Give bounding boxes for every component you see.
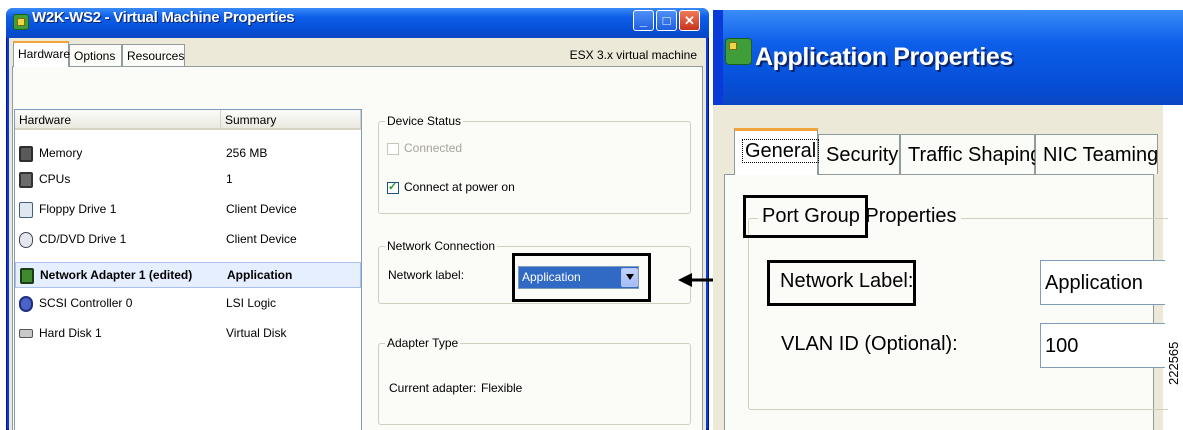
hardware-row-cd-dvd[interactable]: CD/DVD Drive 1 Client Device [15, 227, 361, 253]
tab-general[interactable]: General [734, 128, 820, 175]
hardware-summary: Client Device [226, 232, 297, 246]
figure-number: 222565 [1166, 341, 1181, 385]
cd-dvd-icon [19, 232, 33, 248]
vlan-id-value: 100 [1045, 335, 1079, 357]
checkmark-icon: ✓ [388, 181, 398, 193]
port-group-properties-group [748, 218, 1168, 410]
arrow-head-left [678, 273, 692, 287]
vlan-id-input[interactable]: 100 [1040, 323, 1165, 368]
tab-nic-teaming[interactable]: NIC Teaming [1035, 134, 1158, 174]
column-header-summary[interactable]: Summary [221, 110, 361, 130]
connect-at-power-on-label: Connect at power on [404, 180, 515, 194]
hard-disk-icon [19, 329, 33, 338]
tab-general-label: General [742, 139, 820, 163]
hardware-summary: LSI Logic [226, 296, 277, 310]
connected-checkbox[interactable] [387, 143, 399, 155]
current-adapter-value: Flexible [481, 381, 523, 395]
hardware-row-scsi[interactable]: SCSI Controller 0 LSI Logic [15, 291, 361, 317]
scsi-icon [19, 296, 33, 312]
hardware-name: CPUs [39, 172, 71, 186]
maximize-button[interactable]: □ [656, 10, 677, 31]
network-label-callout-box [767, 260, 916, 306]
minimize-button[interactable]: _ [633, 10, 654, 31]
hardware-name: Network Adapter 1 (edited) [40, 268, 193, 282]
column-header-hardware[interactable]: Hardware [15, 110, 221, 130]
device-status-group: Device Status [378, 114, 691, 214]
network-label-caption: Network label: [388, 268, 465, 282]
device-status-legend: Device Status [385, 114, 464, 128]
tab-traffic-shaping[interactable]: Traffic Shaping [900, 134, 1041, 174]
hardware-summary: 256 MB [226, 146, 268, 160]
hardware-summary: 1 [226, 172, 233, 186]
app-icon [725, 38, 752, 65]
cpu-icon [19, 172, 33, 188]
hardware-row-cpus[interactable]: CPUs 1 [15, 167, 361, 193]
hardware-summary: Virtual Disk [226, 326, 287, 340]
memory-icon [19, 146, 33, 162]
close-icon: ✕ [684, 13, 695, 28]
network-label-callout-box [512, 253, 651, 302]
connect-at-power-on-checkbox[interactable]: ✓ [387, 181, 399, 194]
hardware-row-floppy[interactable]: Floppy Drive 1 Client Device [15, 197, 361, 223]
network-adapter-icon [20, 268, 34, 284]
current-adapter-label: Current adapter: [389, 381, 477, 395]
window-title: Application Properties [755, 43, 1013, 71]
tab-hardware[interactable]: Hardware [13, 41, 70, 67]
close-button[interactable]: ✕ [679, 10, 700, 31]
tab-resources[interactable]: Resources [122, 44, 185, 66]
hardware-row-memory[interactable]: Memory 256 MB [15, 141, 361, 167]
vlan-id-label: VLAN ID (Optional): [781, 333, 958, 355]
hardware-row-network-adapter[interactable]: Network Adapter 1 (edited) Application [15, 262, 361, 288]
window-title: W2K-WS2 - Virtual Machine Properties [32, 9, 295, 26]
connected-label: Connected [404, 141, 463, 155]
minimize-icon: _ [639, 13, 648, 28]
hardware-name: Hard Disk 1 [39, 326, 102, 340]
network-label-value: Application [1045, 272, 1143, 294]
maximize-icon: □ [662, 13, 671, 28]
hardware-name: Floppy Drive 1 [39, 202, 117, 216]
port-group-callout-box [743, 195, 868, 238]
hardware-summary: Client Device [226, 202, 297, 216]
network-label-input[interactable]: Application [1040, 260, 1165, 305]
app-icon [13, 14, 29, 30]
network-connection-legend: Network Connection [385, 239, 498, 253]
hardware-name: SCSI Controller 0 [39, 296, 133, 310]
hardware-name: Memory [39, 146, 83, 160]
adapter-type-legend: Adapter Type [385, 336, 461, 350]
hardware-summary: Application [227, 268, 293, 282]
floppy-icon [19, 202, 33, 218]
vm-version-label: ESX 3.x virtual machine [569, 48, 697, 62]
hardware-name: CD/DVD Drive 1 [39, 232, 127, 246]
tab-options[interactable]: Options [69, 44, 122, 66]
tab-security[interactable]: Security [818, 134, 900, 174]
hardware-row-hard-disk[interactable]: Hard Disk 1 Virtual Disk [15, 321, 361, 347]
